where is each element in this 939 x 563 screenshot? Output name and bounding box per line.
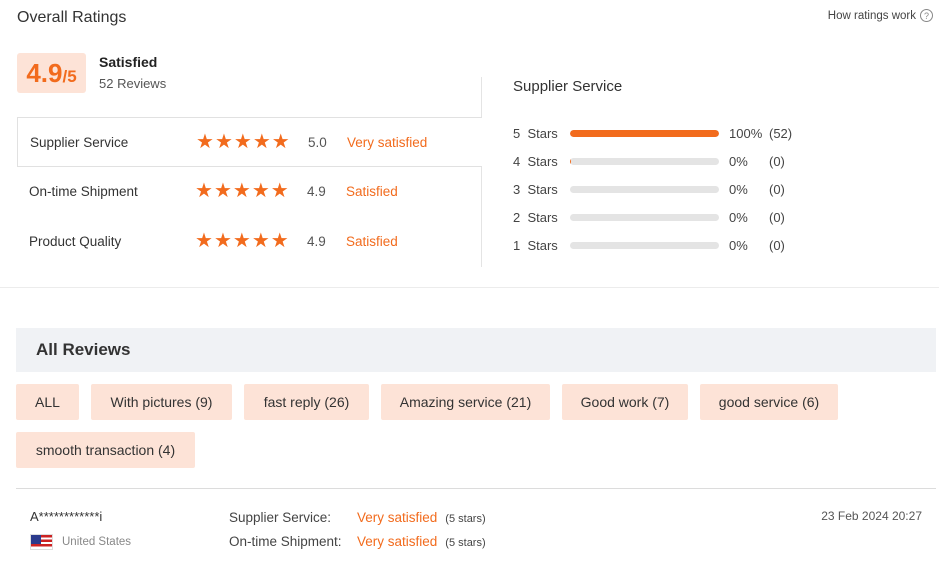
review-line-on-time-shipment: On-time Shipment: Very satisfied (5 star… (229, 534, 486, 549)
rating-row-product-quality[interactable]: Product Quality ★ ★ ★ ★ ★ 4.9 Satisfied (17, 216, 482, 266)
review-line-stars: (5 stars) (445, 513, 486, 525)
supplier-service-title: Supplier Service (513, 78, 623, 95)
rating-name: On-time Shipment (29, 183, 138, 199)
filter-chip-amazing-service[interactable]: Amazing service (21) (381, 384, 550, 420)
review-line-value: Very satisfied (357, 534, 438, 549)
distribution-count: (0) (769, 153, 785, 169)
star-icon: ★ (252, 131, 271, 153)
filter-chip-good-service[interactable]: good service (6) (700, 384, 838, 420)
filter-chip-fast-reply[interactable]: fast reply (26) (244, 384, 369, 420)
star-icon: ★ (232, 180, 251, 202)
distribution-count: (0) (769, 237, 785, 253)
how-ratings-work-label: How ratings work (827, 9, 916, 22)
filter-chip-with-pictures[interactable]: With pictures (9) (91, 384, 232, 420)
rating-row-on-time-shipment[interactable]: On-time Shipment ★ ★ ★ ★ ★ 4.9 Satisfied (17, 166, 482, 216)
rating-name: Product Quality (29, 233, 122, 249)
review-line-key: On-time Shipment: (229, 534, 342, 549)
us-flag-icon (30, 534, 53, 550)
rating-name: Supplier Service (30, 134, 129, 150)
star-icon: ★ (233, 131, 252, 153)
overall-score-badge: 4.9 /5 (17, 53, 86, 93)
star-rating: ★ ★ ★ ★ ★ (195, 181, 307, 201)
rating-row-supplier-service[interactable]: Supplier Service ★ ★ ★ ★ ★ 5.0 Very satisfie… (17, 117, 482, 167)
rating-score: 5.0 (308, 134, 327, 150)
distribution-percent: 0% (729, 209, 748, 225)
star-icon: ★ (214, 131, 233, 153)
distribution-percent: 0% (729, 237, 748, 253)
rating-text: Satisfied (346, 183, 398, 199)
star-icon: ★ (232, 230, 251, 252)
country-label: United States (62, 536, 132, 548)
reviews-count: 52 Reviews (99, 76, 167, 91)
distribution-bar (570, 241, 719, 249)
review-date: 23 Feb 2024 20:27 (821, 509, 922, 523)
distribution-bar (570, 213, 719, 221)
distribution-row-2-stars: 2 Stars 0% (0) (513, 208, 785, 226)
review-line-key: Supplier Service: (229, 510, 332, 525)
distribution-percent: 0% (729, 181, 748, 197)
score-out-of: /5 (62, 67, 77, 86)
star-icon: ★ (196, 131, 214, 153)
reviewer-country: United States (30, 534, 131, 550)
distribution-label: 1 Stars (513, 237, 558, 253)
distribution-percent: 0% (729, 153, 748, 169)
distribution-label: 4 Stars (513, 153, 558, 169)
distribution-row-4-stars: 4 Stars 0% (0) (513, 152, 785, 170)
distribution-row-1-stars: 1 Stars 0% (0) (513, 236, 785, 254)
distribution-bar (570, 157, 719, 165)
star-icon: ★ (213, 180, 232, 202)
distribution-bar-fill (570, 129, 719, 137)
distribution-count: (0) (769, 181, 785, 197)
distribution-row-5-stars: 5 Stars 100% (52) (513, 124, 792, 142)
how-ratings-work-link[interactable]: How ratings work ? (828, 9, 933, 22)
filter-chip-all[interactable]: ALL (16, 384, 79, 420)
review-line-stars: (5 stars) (445, 537, 486, 549)
review-line-value: Very satisfied (357, 510, 438, 525)
star-icon: ★ (213, 230, 232, 252)
star-icon: ★ (270, 230, 289, 252)
distribution-label: 3 Stars (513, 181, 558, 197)
distribution-percent: 100% (729, 125, 763, 141)
star-rating: ★ ★ ★ ★ ★ (196, 132, 308, 152)
section-divider (0, 287, 939, 288)
star-icon: ★ (251, 230, 270, 252)
rating-text: Very satisfied (347, 134, 428, 150)
distribution-count: (0) (769, 209, 785, 225)
star-icon: ★ (271, 131, 290, 153)
distribution-row-3-stars: 3 Stars 0% (0) (513, 180, 785, 198)
rating-text: Satisfied (346, 233, 398, 249)
filter-chip-smooth-transaction[interactable]: smooth transaction (4) (16, 432, 195, 468)
reviewer-name: A************i (30, 509, 103, 524)
distribution-label: 2 Stars (513, 209, 558, 225)
distribution-bar-fill (570, 157, 572, 165)
score-label: Satisfied (99, 54, 158, 70)
score-value: 4.9 (26, 58, 63, 88)
review-divider (16, 488, 936, 489)
overall-ratings-title: Overall Ratings (17, 9, 127, 26)
review-line-supplier-service: Supplier Service: Very satisfied (5 star… (229, 510, 486, 525)
all-reviews-title: All Reviews (36, 340, 131, 359)
distribution-count: (52) (769, 125, 793, 141)
star-icon: ★ (195, 230, 213, 252)
star-icon: ★ (195, 180, 213, 202)
rating-score: 4.9 (307, 233, 326, 249)
filter-chip-good-work[interactable]: Good work (7) (562, 384, 688, 420)
star-icon: ★ (251, 180, 270, 202)
distribution-bar (570, 129, 719, 137)
distribution-bar (570, 185, 719, 193)
help-icon[interactable]: ? (920, 9, 933, 22)
distribution-label: 5 Stars (513, 125, 558, 141)
star-icon: ★ (270, 180, 289, 202)
star-rating: ★ ★ ★ ★ ★ (195, 231, 307, 251)
rating-score: 4.9 (307, 183, 326, 199)
all-reviews-header: All Reviews (16, 328, 936, 372)
